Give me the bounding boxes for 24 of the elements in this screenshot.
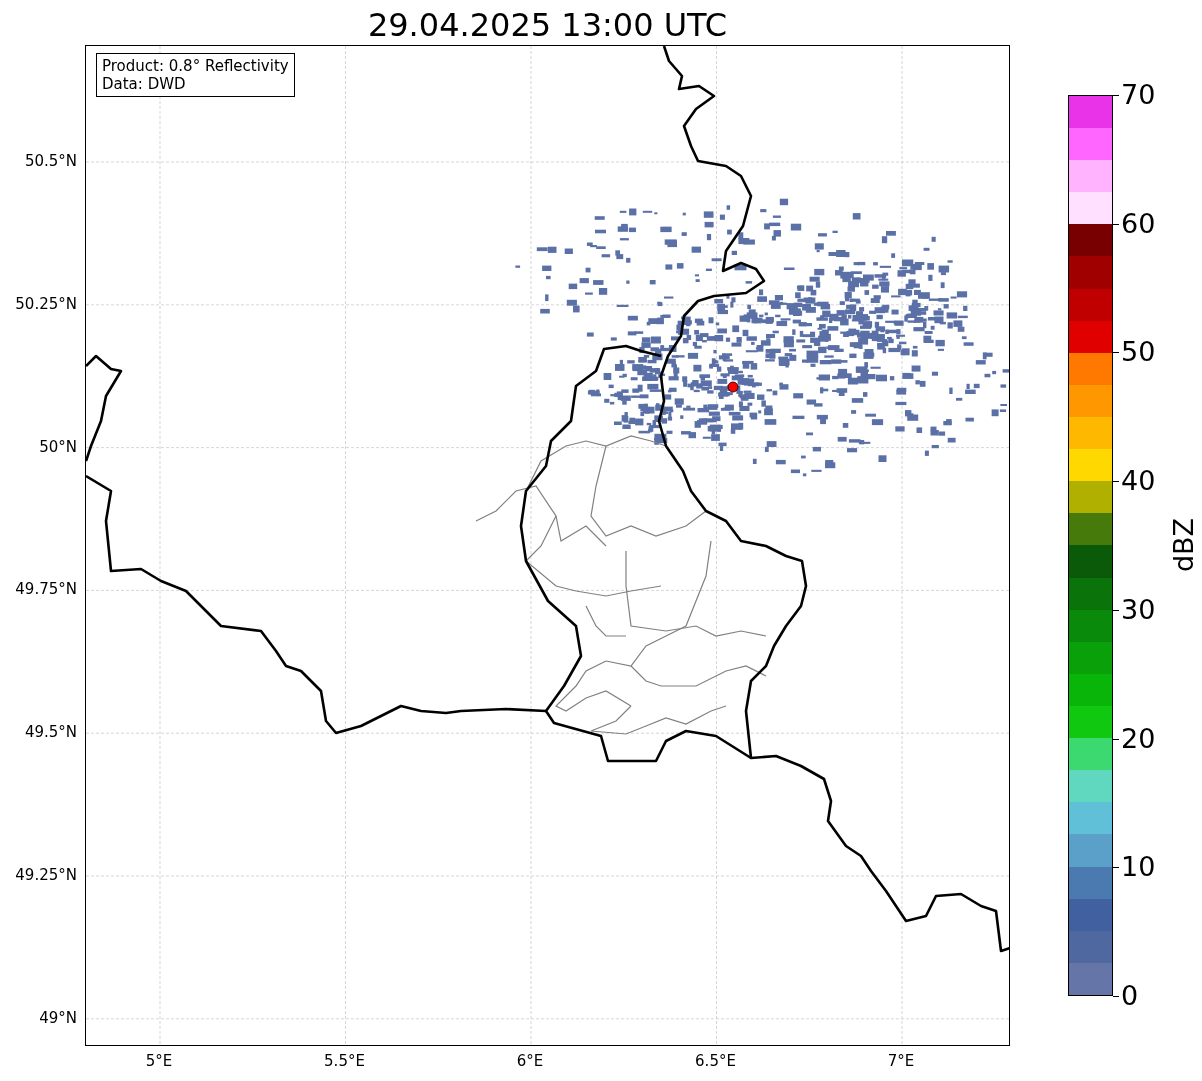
- longitude-label: 6.5°E: [695, 1052, 736, 1070]
- colorbar-tick-label: 10: [1121, 852, 1156, 883]
- latitude-label: 50°N: [39, 437, 77, 456]
- colorbar-tick-label: 60: [1121, 208, 1156, 239]
- longitude-label: 6°E: [516, 1052, 544, 1070]
- colorbar-tick-label: 0: [1121, 981, 1139, 1011]
- info-text: Data: DWD: [102, 75, 187, 93]
- longitude-label: 7°E: [887, 1052, 915, 1070]
- latitude-label: 49.25°N: [15, 866, 77, 884]
- latitude-label: 49°N: [39, 1008, 77, 1027]
- colorbar-tick-label: 40: [1121, 466, 1156, 497]
- latitude-label: 50.5°N: [24, 152, 77, 170]
- colorbar-tick-label: 50: [1121, 337, 1156, 368]
- longitude-label: 5.5°E: [324, 1052, 365, 1070]
- latitude-label: 50.25°N: [15, 294, 77, 313]
- latitude-label: 49.75°N: [15, 580, 77, 599]
- colorbar-tick-label: 70: [1121, 80, 1156, 110]
- colorbar-tick-label: 30: [1121, 594, 1156, 625]
- colorbar-tick-label: 20: [1121, 723, 1156, 754]
- chart-title: 29.04.2025 13:00 UTC: [366, 5, 729, 45]
- latitude-label: 49.5°N: [24, 723, 77, 742]
- colorbar-label: dBZ: [1167, 517, 1199, 573]
- longitude-label: 5°E: [145, 1052, 173, 1070]
- info-text: Product: 0.8° Reflectivity: [102, 57, 289, 75]
